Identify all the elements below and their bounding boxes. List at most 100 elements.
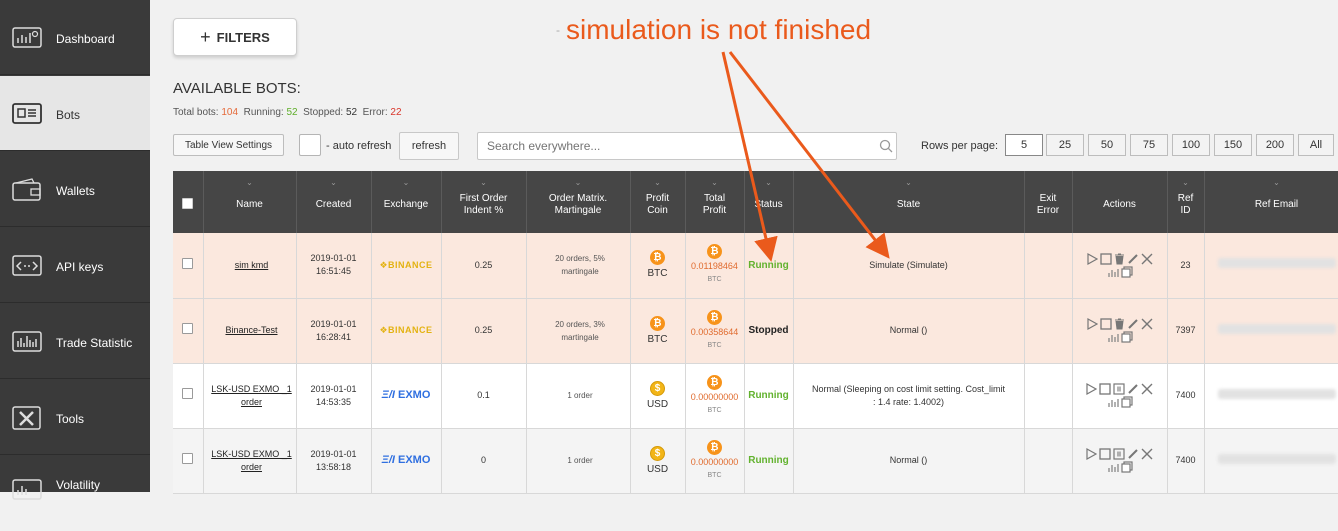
play-icon[interactable]: [1086, 383, 1097, 396]
header-actions: Actions: [1072, 171, 1168, 233]
trash-icon[interactable]: [1114, 253, 1125, 265]
rows-per-page-200[interactable]: 200: [1256, 134, 1294, 156]
created-time: 16:28:41: [315, 331, 352, 342]
table-row[interactable]: LSK-USD EXMO _1 order 2019-01-01 13:58:18 …: [173, 428, 1338, 494]
edit-icon[interactable]: [1127, 318, 1139, 330]
header-ref-email[interactable]: ⌄ Ref Email: [1204, 171, 1338, 233]
edit-icon[interactable]: [1127, 383, 1139, 395]
matrix-line-1: 1 order: [567, 391, 593, 400]
stop-icon[interactable]: [1099, 253, 1112, 265]
table-view-settings-button[interactable]: Table View Settings: [173, 134, 284, 156]
row-checkbox[interactable]: [182, 257, 194, 269]
row-checkbox[interactable]: [182, 323, 194, 334]
rows-per-page-50[interactable]: 50: [1088, 134, 1126, 156]
table-row[interactable]: Binance-Test 2019-01-01 16:28:41 ❖BINANCE…: [173, 298, 1338, 364]
close-icon[interactable]: [1141, 383, 1153, 395]
state-text-line-2: : 1.4 rate: 1.4002): [872, 396, 945, 407]
sidebar-item-volatility[interactable]: Volatility: [0, 456, 150, 531]
edit-icon[interactable]: [1127, 253, 1139, 265]
rows-per-page-5[interactable]: 5: [1005, 134, 1043, 156]
ref-id: 7400: [1167, 428, 1205, 494]
sidebar-item-label: Dashboard: [56, 32, 115, 46]
ref-id: 7400: [1167, 363, 1205, 429]
play-icon[interactable]: [1086, 318, 1098, 331]
stats-icon[interactable]: [1107, 396, 1119, 408]
copy-icon[interactable]: [1120, 266, 1133, 278]
stats-icon[interactable]: [1107, 461, 1119, 473]
copy-icon[interactable]: [1120, 331, 1133, 343]
created-time: 14:53:35: [315, 396, 352, 407]
pause-icon[interactable]: [1113, 448, 1125, 460]
sidebar-item-bots[interactable]: Bots: [0, 76, 150, 151]
ref-email-blurred: [1217, 453, 1336, 464]
usd-coin-icon: $: [650, 380, 665, 396]
sidebar-item-tools[interactable]: Tools: [0, 380, 150, 455]
stop-icon[interactable]: [1099, 383, 1111, 395]
rows-per-page-all[interactable]: All: [1298, 134, 1334, 156]
close-icon[interactable]: [1141, 253, 1153, 265]
stop-icon[interactable]: [1099, 318, 1112, 330]
stats-icon[interactable]: [1107, 331, 1119, 343]
sidebar-item-api-keys[interactable]: API keys: [0, 228, 150, 303]
header-order-matrix[interactable]: ⌄ Order Matrix. Martingale: [526, 171, 631, 233]
tools-icon: [12, 406, 41, 430]
search-input[interactable]: [477, 132, 897, 160]
created-time: 13:58:18: [315, 461, 352, 472]
ref-email-blurred: [1217, 323, 1336, 334]
pause-icon[interactable]: [1113, 383, 1125, 395]
bot-name-link[interactable]: sim kmd: [235, 260, 269, 270]
table-row[interactable]: LSK-USD EXMO _1 order 2019-01-01 14:53:35 …: [173, 363, 1338, 429]
bot-name-link-line-2[interactable]: order: [241, 462, 262, 472]
bot-name-link[interactable]: LSK-USD EXMO _1: [211, 449, 292, 459]
copy-icon[interactable]: [1120, 396, 1133, 408]
header-status[interactable]: ⌄ Status: [744, 171, 794, 233]
stats-icon[interactable]: [1107, 266, 1119, 278]
bot-name-link-line-2[interactable]: order: [241, 397, 262, 407]
header-total-profit[interactable]: ⌄ Total Profit: [685, 171, 745, 233]
rows-per-page-150[interactable]: 150: [1214, 134, 1252, 156]
btc-coin-icon: ₿: [707, 439, 722, 455]
profit-currency: BTC: [707, 341, 722, 349]
table-row[interactable]: sim kmd 2019-01-01 16:51:45 ❖BINANCE 0.25…: [173, 233, 1338, 299]
sidebar-item-trade-statistic[interactable]: Trade Statistic: [0, 304, 150, 379]
header-created[interactable]: ⌄ Created: [296, 171, 372, 233]
play-icon[interactable]: [1086, 448, 1097, 461]
header-first-order[interactable]: ⌄ First Order Indent %: [441, 171, 527, 233]
filters-button[interactable]: + FILTERS: [173, 18, 297, 56]
page-title: AVAILABLE BOTS:: [173, 80, 301, 97]
main-content: + FILTERS - simulation is not finished A…: [150, 0, 1338, 494]
stop-icon[interactable]: [1099, 448, 1111, 460]
edit-icon[interactable]: [1127, 448, 1139, 460]
search-icon[interactable]: [879, 139, 893, 153]
rows-per-page-25[interactable]: 25: [1046, 134, 1084, 156]
header-state[interactable]: ⌄ State: [793, 171, 1025, 233]
total-profit-value: 0.01198464: [691, 261, 738, 272]
row-checkbox[interactable]: [182, 388, 194, 399]
header-profit-coin[interactable]: ⌄ Profit Coin: [630, 171, 686, 233]
select-all-checkbox[interactable]: [182, 197, 194, 209]
close-icon[interactable]: [1141, 318, 1153, 330]
trash-icon[interactable]: [1114, 318, 1125, 330]
running-label: Running:: [243, 107, 284, 118]
header-select-all[interactable]: [173, 171, 204, 233]
close-icon[interactable]: [1141, 448, 1153, 460]
status-badge: Running: [748, 390, 789, 401]
bot-name-link[interactable]: Binance-Test: [225, 325, 277, 335]
play-icon[interactable]: [1086, 252, 1098, 265]
header-ref-id[interactable]: ⌄ Ref ID: [1167, 171, 1205, 233]
header-exit-error[interactable]: Exit Error: [1024, 171, 1073, 233]
exit-error: [1024, 298, 1073, 364]
sidebar-item-dashboard[interactable]: Dashboard: [0, 0, 150, 75]
status-badge: Stopped: [748, 325, 789, 336]
rows-per-page-75[interactable]: 75: [1130, 134, 1168, 156]
annotation-text: simulation is not finished: [566, 14, 872, 45]
header-exchange[interactable]: ⌄ Exchange: [371, 171, 442, 233]
bot-name-link[interactable]: LSK-USD EXMO _1: [211, 384, 292, 394]
row-checkbox[interactable]: [182, 453, 194, 464]
refresh-button[interactable]: refresh: [399, 132, 459, 160]
rows-per-page-100[interactable]: 100: [1172, 134, 1210, 156]
sidebar-item-wallets[interactable]: Wallets: [0, 152, 150, 227]
copy-icon[interactable]: [1120, 461, 1133, 473]
header-name[interactable]: ⌄ Name: [203, 171, 297, 233]
auto-refresh-checkbox[interactable]: [299, 134, 321, 156]
